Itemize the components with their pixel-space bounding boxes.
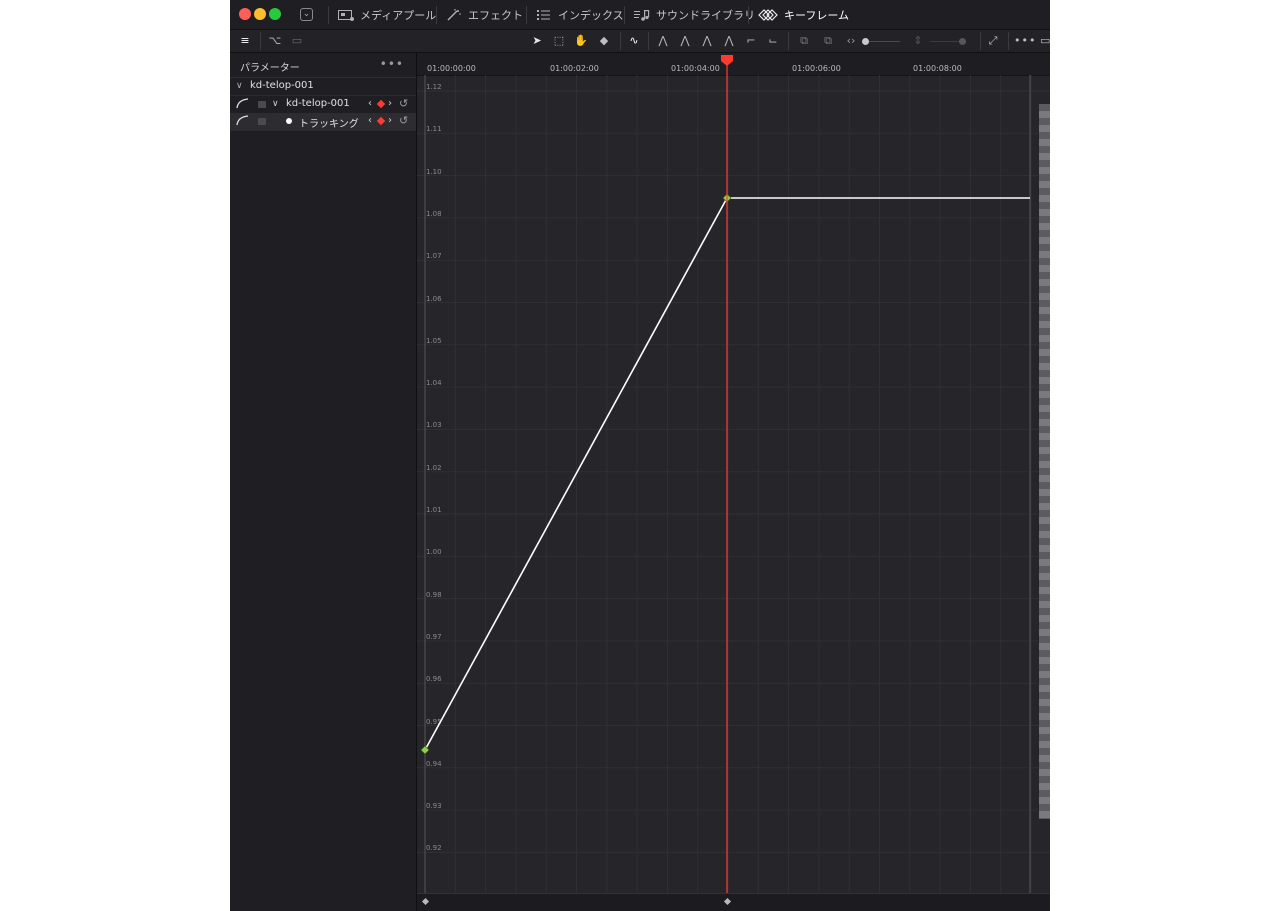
tab-label: エフェクト (468, 8, 523, 22)
ease-out-icon[interactable]: ⋀ (700, 33, 714, 49)
lock-icon[interactable] (258, 118, 266, 125)
tab-label: メディアプール (360, 8, 437, 22)
next-keyframe-button[interactable]: › (388, 115, 392, 126)
playhead-handle[interactable] (721, 55, 733, 66)
chevron-down-icon[interactable]: ∨ (272, 99, 279, 109)
ease-in-icon[interactable]: ⋀ (678, 33, 692, 49)
fullscreen-icon[interactable]: ⤢ (986, 33, 1000, 49)
select-arrow-icon[interactable]: ➤ (530, 33, 544, 49)
hand-pan-icon[interactable]: ✋ (574, 33, 588, 49)
view-mode-icon[interactable]: ▭ (290, 33, 304, 49)
tab-media-pool[interactable]: メディアプール (338, 0, 436, 29)
tab-keyframes[interactable]: キーフレーム (758, 0, 849, 29)
vertical-zoom-icon[interactable]: ⇕ (912, 33, 924, 49)
parameter-row[interactable]: ∨ kd-telop-001 ‹ › ↺ (230, 96, 416, 113)
divider (620, 32, 621, 50)
curve-toggle-icon[interactable] (236, 98, 250, 112)
tab-effects[interactable]: エフェクト (446, 0, 523, 29)
keyframe-diamond-icon[interactable] (376, 116, 386, 126)
divider (328, 6, 329, 24)
parameter-label: トラッキング (299, 119, 359, 130)
tab-sound-library[interactable]: サウンドライブラリ (634, 0, 755, 29)
clip-group-row[interactable]: ∨ kd-telop-001 (230, 78, 416, 95)
parameter-list-toggle-icon[interactable]: ≡ (236, 33, 254, 49)
hold-step-icon[interactable]: ⌐ (744, 33, 758, 49)
keyframe-marker[interactable] (421, 897, 430, 906)
divider (788, 32, 789, 50)
divider (230, 130, 416, 131)
tab-label: サウンドライブラリ (656, 8, 755, 22)
divider (436, 6, 437, 24)
chevron-down-icon[interactable]: ⌄ (300, 8, 313, 21)
tab-index[interactable]: インデックス (536, 0, 624, 29)
add-keyframe-icon[interactable]: ◆ (596, 33, 612, 49)
parameters-header: パラメーター ••• (230, 53, 416, 78)
zoom-fit-selection-icon[interactable]: ⧉ (796, 33, 812, 49)
keyframe-point[interactable] (420, 745, 430, 755)
close-window-button[interactable] (239, 8, 251, 20)
curve-layer (420, 55, 1031, 911)
more-options-icon[interactable]: ••• (1014, 33, 1035, 49)
reset-icon[interactable]: ↺ (399, 97, 408, 110)
reset-icon[interactable]: ↺ (399, 114, 408, 127)
keyframe-toolbar: ≡ ⌥ ▭ ➤ ⬚ ✋ ◆ ∿ ⋀ ⋀ ⋀ ⋀ ⌐ ⌙ ⧉ ⧉ ‹› ⇕ ⤢ •… (230, 30, 1050, 53)
minimize-window-button[interactable] (254, 8, 266, 20)
panel-toggle-icon[interactable]: ▭ (1040, 33, 1050, 49)
horizontal-zoom-slider[interactable] (862, 38, 900, 45)
marquee-select-icon[interactable]: ⬚ (552, 33, 566, 49)
divider (748, 6, 749, 24)
color-dot-icon (286, 118, 292, 124)
divider (1008, 32, 1009, 50)
zoom-window-button[interactable] (269, 8, 281, 20)
keyframe-diamond-icon[interactable] (376, 99, 386, 109)
parameter-row-selected[interactable]: トラッキング ‹ › ↺ (230, 113, 416, 130)
keyframe-track-bar[interactable] (417, 893, 1050, 911)
parameter-label: kd-telop-001 (286, 98, 350, 109)
divider (624, 6, 625, 24)
parameters-menu-button[interactable]: ••• (380, 57, 404, 71)
filter-icon[interactable]: ⌥ (268, 33, 282, 49)
constant-step-icon[interactable]: ⌙ (766, 33, 780, 49)
parameters-title: パラメーター (240, 63, 300, 74)
curve-toggle-icon[interactable] (236, 115, 250, 129)
keyframe-marker[interactable] (723, 897, 732, 906)
prev-keyframe-button[interactable]: ‹ (368, 115, 372, 126)
sound-library-icon (634, 9, 650, 21)
media-pool-icon (338, 9, 354, 21)
ease-in-out-icon[interactable]: ⋀ (722, 33, 736, 49)
vertical-scrollbar[interactable] (1039, 104, 1050, 819)
tab-label: キーフレーム (784, 8, 850, 22)
keyframes-icon (758, 8, 778, 21)
tab-label: インデックス (558, 8, 624, 22)
clip-group-label: kd-telop-001 (250, 80, 314, 91)
chevron-down-icon[interactable]: ∨ (236, 81, 243, 91)
divider (648, 32, 649, 50)
vertical-zoom-slider[interactable] (930, 38, 966, 45)
lock-icon[interactable] (258, 101, 266, 108)
horizontal-zoom-icon[interactable]: ‹› (844, 33, 858, 49)
curve-smooth-icon[interactable]: ∿ (626, 33, 642, 49)
slider-knob[interactable] (862, 38, 869, 45)
zoom-fit-all-icon[interactable]: ⧉ (820, 33, 836, 49)
parameters-panel: パラメーター ••• ∨ kd-telop-001 ∨ kd-telop-001… (230, 53, 417, 911)
prev-keyframe-button[interactable]: ‹ (368, 98, 372, 109)
index-list-icon (536, 9, 552, 21)
effects-wand-icon (446, 8, 462, 21)
linear-interp-icon[interactable]: ⋀ (656, 33, 670, 49)
divider (980, 32, 981, 50)
top-tab-bar: ⌄ メディアプール エフェクト インデックス サウンドライブラリ キーフレーム (230, 0, 1050, 30)
divider (526, 6, 527, 24)
divider (260, 32, 261, 50)
app-window: ⌄ メディアプール エフェクト インデックス サウンドライブラリ キーフレーム … (230, 0, 1050, 911)
slider-knob[interactable] (959, 38, 966, 45)
next-keyframe-button[interactable]: › (388, 98, 392, 109)
keyframe-curve-graph[interactable]: 01:00:00:00 01:00:02:00 01:00:04:00 01:0… (417, 53, 1050, 911)
